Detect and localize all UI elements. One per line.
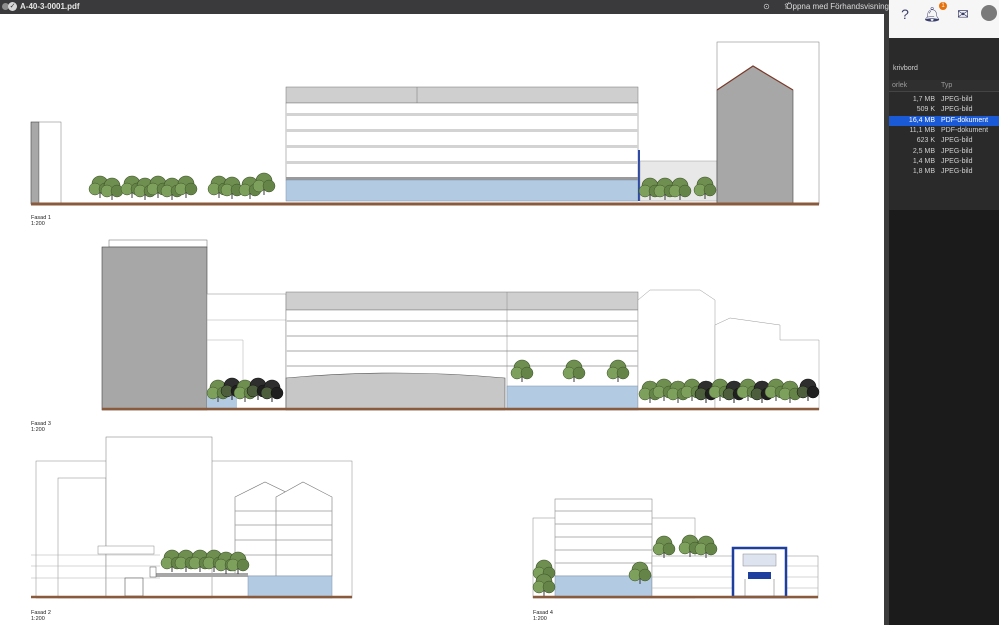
elevation-fasad-2 xyxy=(31,436,353,599)
finder-file-row[interactable]: 1,7 MB JPEG-bild xyxy=(889,95,999,105)
file-size: 509 K xyxy=(916,106,935,114)
notification-badge: 1 xyxy=(939,2,947,10)
file-size: 16,4 MB xyxy=(908,116,935,124)
caption-scale: 1:200 xyxy=(31,616,45,622)
finder-window: krivbord orlek Typ 1,7 MB JPEG-bild 509 K J… xyxy=(889,38,999,210)
finder-file-row[interactable]: 1,4 MB JPEG-bild xyxy=(889,157,999,167)
column-size[interactable]: orlek xyxy=(892,82,907,89)
finder-column-header: orlek Typ xyxy=(889,80,999,92)
architectural-elevations xyxy=(30,41,820,599)
file-type: JPEG-bild xyxy=(941,106,973,114)
finder-file-row[interactable]: 16,4 MB PDF-dokument xyxy=(889,115,999,126)
file-size: 1,8 MB xyxy=(912,168,935,176)
desktop-background xyxy=(889,210,999,625)
file-type: PDF-dokument xyxy=(941,116,989,124)
finder-location: krivbord xyxy=(893,65,918,72)
finder-file-row[interactable]: 11,1 MB PDF-dokument xyxy=(889,126,999,136)
finder-file-row[interactable]: 1,8 MB JPEG-bild xyxy=(889,167,999,177)
file-size: 2,5 MB xyxy=(912,147,935,155)
file-type: JPEG-bild xyxy=(941,168,973,176)
file-type: JPEG-bild xyxy=(941,96,973,103)
file-type: JPEG-bild xyxy=(941,147,973,155)
caption-scale: 1:200 xyxy=(31,427,45,433)
caption-scale: 1:200 xyxy=(31,221,45,227)
file-size: 1,7 MB xyxy=(912,96,935,103)
file-size: 1,4 MB xyxy=(912,157,935,165)
caption-fasad-3: Fasad 3 1:200 xyxy=(31,421,51,433)
elevation-fasad-4 xyxy=(532,498,819,599)
caption-scale: 1:200 xyxy=(533,616,547,622)
avatar[interactable] xyxy=(981,5,997,21)
caption-fasad-4: Fasad 4 1:200 xyxy=(533,610,553,622)
file-size: 623 K xyxy=(916,137,935,145)
file-size: 11,1 MB xyxy=(909,126,935,134)
caption-fasad-2: Fasad 2 1:200 xyxy=(31,610,51,622)
help-icon[interactable]: ? xyxy=(895,4,915,24)
finder-file-row[interactable]: 623 K JPEG-bild xyxy=(889,136,999,146)
caption-fasad-1: Fasad 1 1:200 xyxy=(31,215,51,227)
finder-file-row[interactable]: 509 K JPEG-bild xyxy=(889,105,999,115)
mail-icon[interactable]: ✉ xyxy=(953,4,973,24)
finder-file-row[interactable]: 2,5 MB JPEG-bild xyxy=(889,147,999,157)
elevation-fasad-3 xyxy=(101,239,820,411)
file-type: JPEG-bild xyxy=(941,137,973,145)
file-type: JPEG-bild xyxy=(941,157,973,165)
elevation-fasad-1 xyxy=(30,41,820,206)
column-type[interactable]: Typ xyxy=(941,82,952,89)
file-type: PDF-dokument xyxy=(941,126,989,134)
